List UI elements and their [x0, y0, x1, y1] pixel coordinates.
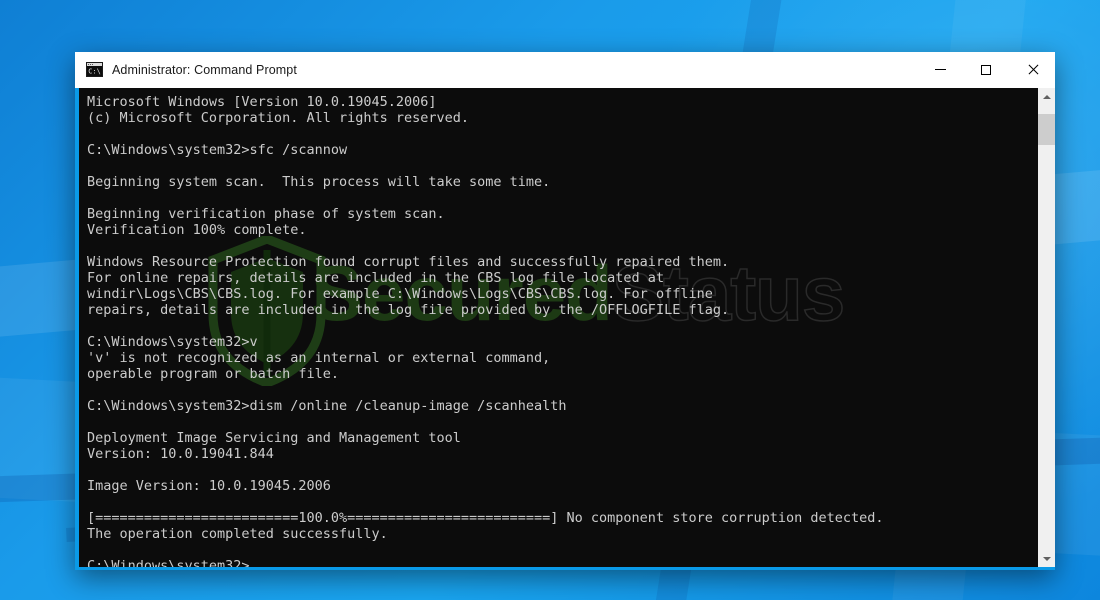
scrollbar-thumb[interactable] [1038, 113, 1055, 146]
scrollbar-track[interactable] [1038, 105, 1055, 550]
maximize-icon [981, 64, 991, 75]
console-line: Microsoft Windows [Version 10.0.19045.20… [87, 94, 437, 110]
console-line: C:\Windows\system32>v [87, 334, 258, 350]
scroll-down-arrow-icon [1042, 556, 1051, 561]
console-line: 'v' is not recognized as an internal or … [87, 350, 551, 366]
console-line: windir\Logs\CBS\CBS.log. For example C:\… [87, 286, 713, 302]
console-line: Image Version: 10.0.19045.2006 [87, 478, 331, 494]
console-line: operable program or batch file. [87, 366, 339, 382]
minimize-button[interactable] [917, 52, 963, 87]
command-prompt-window: C:\ Administrator: Command Prompt Secure… [75, 52, 1055, 570]
vertical-scrollbar[interactable] [1038, 88, 1055, 567]
scroll-up-arrow-icon [1042, 94, 1051, 99]
console-line: Version: 10.0.19041.844 [87, 446, 274, 462]
console-line: C:\Windows\system32>sfc /scannow [87, 142, 348, 158]
console-line: Beginning verification phase of system s… [87, 206, 445, 222]
scroll-up-button[interactable] [1038, 88, 1055, 105]
console-output[interactable]: SecuredStatus Microsoft Windows [Version… [79, 88, 1038, 567]
console-prompt: C:\Windows\system32> [87, 558, 250, 567]
console-text: Microsoft Windows [Version 10.0.19045.20… [83, 94, 1038, 567]
console-line: For online repairs, details are included… [87, 270, 665, 286]
console-line: repairs, details are included in the log… [87, 302, 730, 318]
console-line: Beginning system scan. This process will… [87, 174, 551, 190]
console-line: Verification 100% complete. [87, 222, 307, 238]
console-line: C:\Windows\system32>dism /online /cleanu… [87, 398, 567, 414]
close-button[interactable] [1009, 52, 1055, 87]
console-line: Deployment Image Servicing and Managemen… [87, 430, 461, 446]
title-bar[interactable]: C:\ Administrator: Command Prompt [75, 52, 1055, 88]
close-icon [1027, 64, 1038, 75]
console-line: The operation completed successfully. [87, 526, 388, 542]
window-controls [917, 52, 1055, 87]
console-line: Windows Resource Protection found corrup… [87, 254, 730, 270]
console-prompt-line: C:\Windows\system32> [87, 558, 1038, 567]
console-area: SecuredStatus Microsoft Windows [Version… [75, 88, 1055, 570]
command-prompt-icon: C:\ [86, 62, 103, 77]
scroll-down-button[interactable] [1038, 550, 1055, 567]
console-line: (c) Microsoft Corporation. All rights re… [87, 110, 470, 126]
window-title: Administrator: Command Prompt [112, 62, 297, 77]
minimize-icon [934, 69, 946, 70]
console-line: [=========================100.0%========… [87, 510, 884, 526]
svg-text:C:\: C:\ [88, 68, 101, 76]
maximize-button[interactable] [963, 52, 1009, 87]
